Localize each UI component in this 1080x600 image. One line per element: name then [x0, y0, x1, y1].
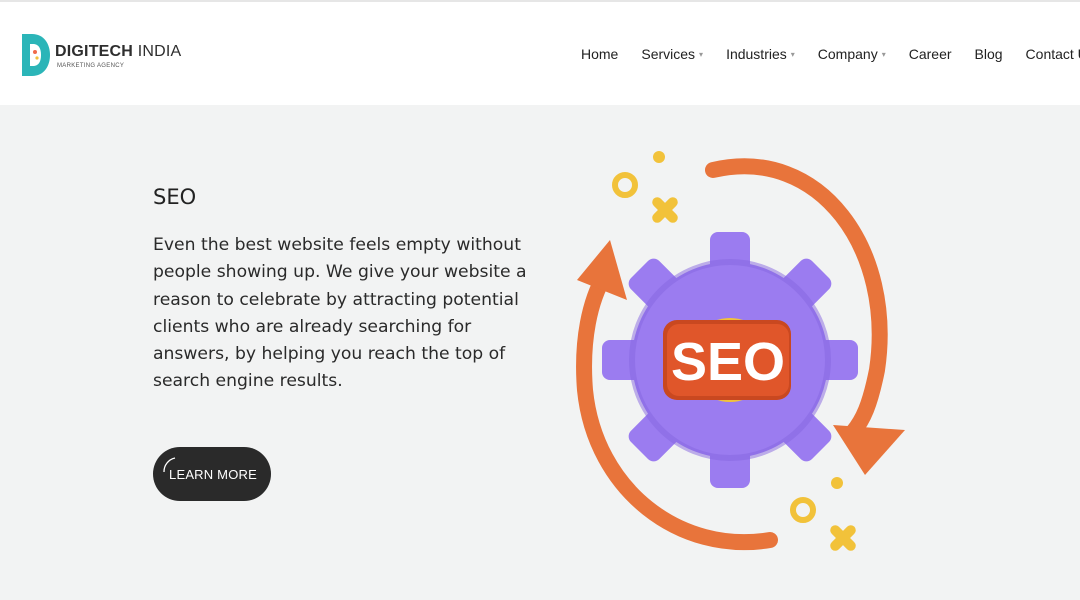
learn-more-label: LEARN MORE	[169, 466, 257, 482]
logo[interactable]: DIGITECH INDIA MARKETING AGENCY	[20, 32, 182, 78]
brand-name: DIGITECH INDIA	[55, 43, 182, 60]
chevron-down-icon: ▾	[881, 49, 886, 59]
learn-more-button[interactable]: LEARN MORE	[153, 447, 271, 501]
chevron-down-icon: ▾	[790, 49, 795, 59]
chevron-down-icon: ▾	[699, 49, 704, 59]
logo-mark-icon	[22, 34, 50, 76]
hero-description: Even the best website feels empty withou…	[153, 235, 527, 392]
main-nav: Home Services ▾ Industries ▾ Company ▾ Care…	[581, 46, 1080, 62]
seo-badge-text: SEO	[671, 332, 785, 392]
nav-home[interactable]: Home	[581, 46, 618, 62]
seo-illustration: SEO	[576, 151, 905, 551]
brand-tagline: MARKETING AGENCY	[57, 63, 125, 69]
nav-blog[interactable]: Blog	[975, 46, 1003, 62]
nav-career[interactable]: Career	[909, 46, 952, 62]
nav-services[interactable]: Services ▾	[641, 46, 703, 62]
nav-contact-us[interactable]: Contact Us	[1026, 46, 1080, 62]
hero-title: SEO	[153, 185, 197, 209]
seo-badge: SEO	[663, 320, 791, 400]
nav-company[interactable]: Company ▾	[818, 46, 886, 62]
nav-industries[interactable]: Industries ▾	[726, 46, 795, 62]
site-header: DIGITECH INDIA MARKETING AGENCY Home Ser…	[0, 2, 1080, 105]
